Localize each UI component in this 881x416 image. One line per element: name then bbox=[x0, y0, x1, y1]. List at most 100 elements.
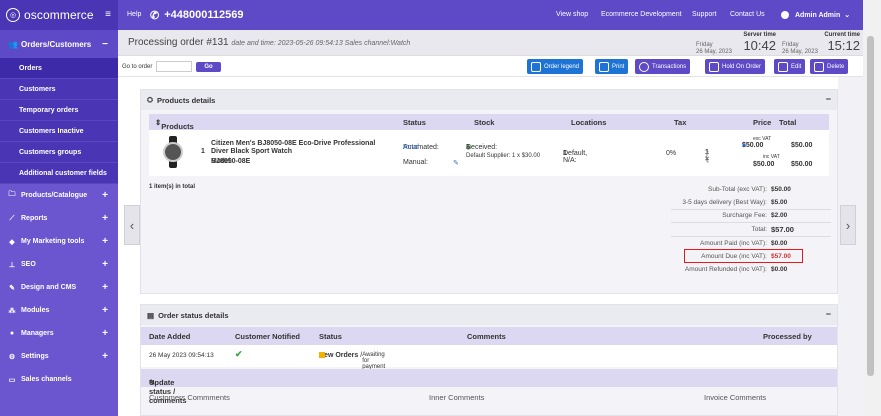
server-date-text: 26 May, 2023 bbox=[696, 49, 732, 55]
expand-icon: + bbox=[102, 282, 108, 293]
box-icon: ⛭ bbox=[147, 95, 153, 104]
hamburger-menu-icon[interactable]: ≡ bbox=[105, 9, 111, 20]
sidebar-item-customers[interactable]: Customers bbox=[0, 79, 118, 100]
total-exc: $50.00 bbox=[791, 142, 813, 149]
contact-us-link[interactable]: Contact Us bbox=[730, 0, 765, 30]
admin-menu[interactable]: Admin Admin ⌄ bbox=[781, 0, 850, 30]
items-total: 1 item(s) in total bbox=[149, 184, 196, 190]
sidebar-item-additional-customer-fields[interactable]: Additional customer fields bbox=[0, 163, 118, 184]
document-icon: ▤ bbox=[147, 310, 155, 320]
product-name[interactable]: Citizen Men's BJ8050-08E Eco-Drive Profe… bbox=[211, 140, 391, 156]
info-icon[interactable]: ● bbox=[742, 142, 746, 149]
transactions-button[interactable]: Transactions bbox=[635, 59, 691, 74]
status-table-header: Date Added Customer Notified Status Comm… bbox=[141, 327, 837, 345]
col-stock: Stock bbox=[474, 118, 495, 127]
delivery-label: 3-5 days delivery (Best Way): bbox=[682, 199, 767, 206]
sidebar: 👥 Orders/Customers − Orders Customers Te… bbox=[0, 30, 118, 416]
delete-button[interactable]: Delete bbox=[810, 59, 849, 74]
goto-order-input[interactable] bbox=[156, 61, 193, 72]
col-status: Status bbox=[403, 118, 426, 127]
previous-order-arrow[interactable]: ‹ bbox=[124, 205, 140, 245]
view-shop-link[interactable]: View shop bbox=[556, 0, 588, 30]
product-qty: 1 bbox=[201, 148, 205, 155]
sidebar-item-reports[interactable]: ⟋ Reports + bbox=[0, 207, 118, 230]
sidebar-item-label: Design and CMS bbox=[21, 284, 77, 291]
collapse-button[interactable]: − bbox=[826, 94, 831, 104]
sidebar-item-seo[interactable]: ⊥ SEO + bbox=[0, 253, 118, 276]
price-inc: $50.00 bbox=[753, 161, 775, 168]
help-link[interactable]: Help bbox=[127, 0, 141, 30]
next-order-arrow[interactable]: › bbox=[840, 205, 856, 245]
sidebar-item-design-cms[interactable]: ✎ Design and CMS + bbox=[0, 276, 118, 299]
sidebar-item-sales-channels[interactable]: ▭ Sales channels bbox=[0, 368, 118, 391]
expand-icon: + bbox=[102, 328, 108, 339]
col-tax: Tax bbox=[674, 118, 687, 127]
sidebar-item-managers[interactable]: ● Managers + bbox=[0, 322, 118, 345]
scrollbar[interactable] bbox=[863, 0, 881, 416]
expand-icon: + bbox=[102, 236, 108, 247]
sidebar-item-orders[interactable]: Orders bbox=[0, 58, 118, 79]
folder-icon: 🗀 bbox=[8, 191, 16, 198]
sidebar-item-settings[interactable]: ⚙ Settings + bbox=[0, 345, 118, 368]
expand-icon: + bbox=[102, 259, 108, 270]
phone-text: +448000112569 bbox=[164, 9, 244, 21]
sidebar-section-orders-customers[interactable]: 👥 Orders/Customers − bbox=[0, 30, 118, 58]
col-products[interactable]: ⇕ Products bbox=[155, 118, 194, 131]
sidebar-item-customers-groups[interactable]: Customers groups bbox=[0, 142, 118, 163]
sidebar-item-marketing-tools[interactable]: ◆ My Marketing tools + bbox=[0, 230, 118, 253]
avatar-icon bbox=[781, 11, 789, 19]
total-value: $57.00 bbox=[771, 225, 794, 234]
gear-icon: ⚙ bbox=[8, 353, 16, 361]
support-link[interactable]: Support bbox=[692, 0, 717, 30]
sidebar-item-label: Managers bbox=[21, 330, 54, 337]
col-date-added: Date Added bbox=[149, 332, 191, 341]
sidebar-item-label: Products/Catalogue bbox=[21, 192, 88, 199]
ecommerce-development-link[interactable]: Ecommerce Development bbox=[601, 0, 682, 30]
chevron-right-icon: › bbox=[845, 217, 851, 233]
sidebar-item-label: Modules bbox=[21, 307, 50, 314]
order-legend-button[interactable]: Order legend bbox=[527, 59, 584, 74]
edit-button[interactable]: Edit bbox=[774, 59, 806, 74]
phone-number[interactable]: ✆ +448000112569 bbox=[150, 0, 243, 30]
button-label: Edit bbox=[791, 63, 802, 70]
inner-comments-label: Inner Comments bbox=[429, 393, 485, 402]
products-panel-title: Products details bbox=[157, 95, 216, 105]
col-comments: Comments bbox=[467, 332, 506, 341]
total-label: Total: bbox=[751, 226, 767, 233]
chevron-down-icon: ⌄ bbox=[844, 12, 851, 19]
order-title: Processing order #131 bbox=[128, 37, 229, 48]
goto-order-label: Go to order bbox=[122, 63, 153, 70]
logo[interactable]: ◎ oscommerce ≡ bbox=[0, 0, 118, 30]
order-status-panel: ▤ Order status details − Date Added Cust… bbox=[140, 304, 838, 416]
table-row: 1 Citizen Men's BJ8050-08E Eco-Drive Pro… bbox=[149, 130, 829, 176]
divider bbox=[671, 209, 831, 210]
sidebar-item-temporary-orders[interactable]: Temporary orders bbox=[0, 100, 118, 121]
sidebar-item-products-catalogue[interactable]: 🗀 Products/Catalogue + bbox=[0, 184, 118, 207]
logo-icon: ◎ bbox=[6, 8, 20, 22]
sidebar-item-customers-inactive[interactable]: Customers Inactive bbox=[0, 121, 118, 142]
sidebar-item-label: Settings bbox=[21, 353, 49, 360]
print-button[interactable]: Print bbox=[595, 59, 629, 74]
sidebar-item-modules[interactable]: ⁂ Modules + bbox=[0, 299, 118, 322]
go-button[interactable]: Go bbox=[196, 61, 221, 72]
delivery-value: $5.00 bbox=[771, 199, 788, 206]
button-label: Delete bbox=[827, 63, 845, 70]
amount-paid-value: $0.00 bbox=[771, 240, 788, 247]
hold-on-order-button[interactable]: Hold On Order bbox=[705, 59, 766, 74]
collapse-button[interactable]: − bbox=[826, 309, 831, 319]
current-day: Friday bbox=[782, 42, 799, 48]
col-locations: Locations bbox=[571, 118, 607, 127]
product-image[interactable] bbox=[163, 136, 183, 168]
status-auto-value[interactable]: Rcvd bbox=[403, 144, 419, 151]
status-value: New Orders / Awaiting for payment bbox=[319, 352, 386, 370]
scrollbar-thumb[interactable] bbox=[867, 36, 874, 376]
pencil-icon[interactable]: ✎ bbox=[453, 159, 459, 167]
surcharge-value: $2.00 bbox=[771, 212, 788, 219]
sitemap-icon: ⊥ bbox=[8, 261, 16, 269]
current-time: Current time Friday 26 May, 2023 15:12 bbox=[780, 32, 860, 55]
location: Default, N/A: 1 bbox=[563, 150, 587, 164]
sidebar-item-label: Sales channels bbox=[21, 376, 72, 383]
model-label: Model: bbox=[211, 158, 233, 165]
stock-received: ⟳ Received: 1 bbox=[466, 144, 497, 152]
col-status: Status bbox=[319, 332, 342, 341]
